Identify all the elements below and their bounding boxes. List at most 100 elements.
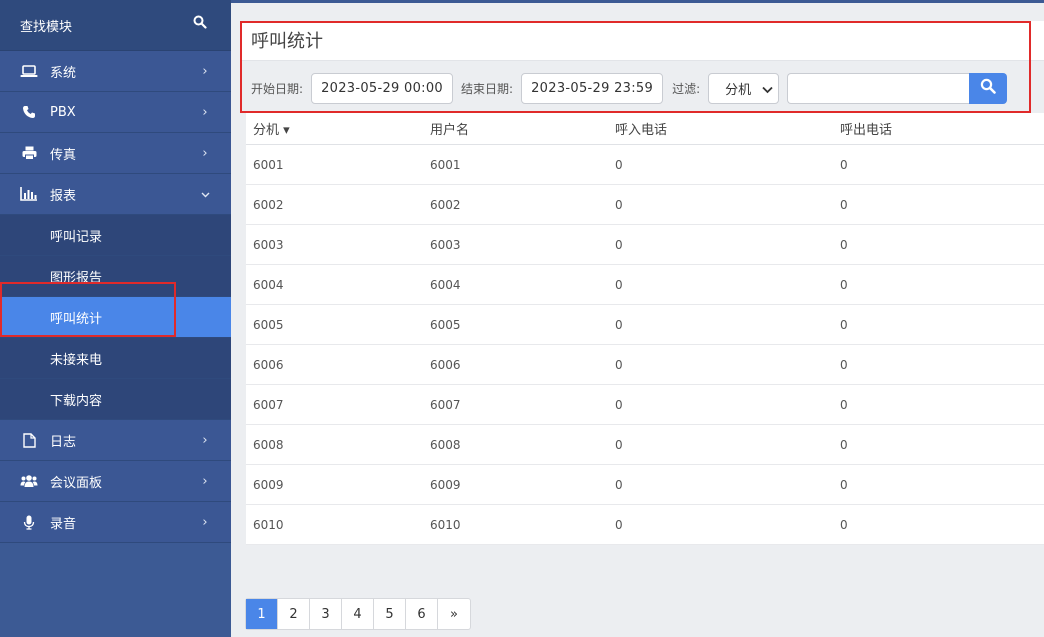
sidebar-item-label: 日志 [50,434,77,450]
cell-incoming: 0 [615,157,623,172]
sidebar-sub-graphic-report[interactable]: 图形报告 [0,256,231,297]
page-button-1[interactable]: 1 [246,599,278,629]
sidebar-item-label: 录音 [50,516,77,532]
sidebar-sub-call-records[interactable]: 呼叫记录 [0,215,231,256]
phone-icon [20,105,38,119]
page-button-6[interactable]: 6 [406,599,438,629]
column-header-username[interactable]: 用户名 [424,119,609,138]
cell-outgoing: 0 [840,237,848,252]
cell-outgoing: 0 [840,517,848,532]
chevron-down-icon [762,83,773,98]
cell-outgoing: 0 [840,157,848,172]
cell-username: 6002 [430,197,461,212]
column-header-outgoing[interactable]: 呼出电话 [834,119,1044,138]
cell-outgoing: 0 [840,317,848,332]
cell-extension: 6005 [253,317,284,332]
table-row: 6010 6010 0 0 [246,505,1044,545]
module-search[interactable]: 查找模块 [0,0,231,51]
cell-outgoing: 0 [840,277,848,292]
page-button-5[interactable]: 5 [374,599,406,629]
start-date-input[interactable]: 2023-05-29 00:00 [311,72,454,104]
sidebar: 查找模块 系统 › PBX › 传真 › 报表 呼叫记录 图形报告 呼叫统计 未… [0,0,231,637]
sidebar-item-pbx[interactable]: PBX › [0,92,231,133]
pagination: 1 2 3 4 5 6 » [245,598,471,630]
cell-username: 6005 [430,317,461,332]
cell-outgoing: 0 [840,397,848,412]
sidebar-sub-call-statistics[interactable]: 呼叫统计 [0,297,231,338]
sidebar-sub-downloads[interactable]: 下载内容 [0,379,231,420]
table-row: 6007 6007 0 0 [246,385,1044,425]
cell-username: 6004 [430,277,461,292]
sidebar-item-label: 系统 [50,65,77,81]
start-date-label: 开始日期: [251,81,304,96]
chevron-right-icon: › [202,104,208,120]
table-row: 6005 6005 0 0 [246,305,1044,345]
cell-username: 6009 [430,477,461,492]
chevron-right-icon: › [202,432,208,448]
module-search-title: 查找模块 [20,19,73,35]
sidebar-item-system[interactable]: 系统 › [0,51,231,92]
sidebar-item-recordings[interactable]: 录音 › [0,502,231,543]
chevron-right-icon: › [202,145,208,161]
sidebar-item-label: 会议面板 [50,475,103,491]
page-title: 呼叫统计 [251,31,323,52]
table-row: 6008 6008 0 0 [246,425,1044,465]
sidebar-item-logs[interactable]: 日志 › [0,420,231,461]
search-icon[interactable] [193,15,207,29]
cell-extension: 6004 [253,277,284,292]
main-content: 呼叫统计 开始日期: 2023-05-29 00:00 结束日期: 2023-0… [231,3,1044,637]
filter-select-value: 分机 [725,82,752,98]
cell-username: 6001 [430,157,461,172]
table-header-row: 分机 ▾ 用户名 呼入电话 呼出电话 [246,113,1044,145]
cell-extension: 6002 [253,197,284,212]
filter-select[interactable]: 分机 [708,72,780,104]
cell-extension: 6001 [253,157,284,172]
chevron-right-icon: › [202,514,208,530]
table-row: 6004 6004 0 0 [246,265,1044,305]
cell-incoming: 0 [615,397,623,412]
page-button-2[interactable]: 2 [278,599,310,629]
cell-username: 6006 [430,357,461,372]
sidebar-item-conference-panel[interactable]: 会议面板 › [0,461,231,502]
chevron-down-icon [199,187,211,202]
sidebar-sub-missed-calls[interactable]: 未接来电 [0,338,231,379]
search-icon [980,78,996,98]
next-page-button[interactable]: » [438,599,470,629]
search-button[interactable] [969,72,1008,104]
column-header-incoming[interactable]: 呼入电话 [609,119,834,138]
sidebar-item-reports[interactable]: 报表 [0,174,231,215]
cell-incoming: 0 [615,197,623,212]
sidebar-item-label: 传真 [50,147,77,163]
search-input[interactable] [787,72,970,104]
chevron-right-icon: › [202,473,208,489]
table-row: 6002 6002 0 0 [246,185,1044,225]
cell-incoming: 0 [615,317,623,332]
table-row: 6009 6009 0 0 [246,465,1044,505]
cell-username: 6003 [430,237,461,252]
call-statistics-table: 分机 ▾ 用户名 呼入电话 呼出电话 6001 6001 0 0 6002 6002 0 0… [246,113,1044,545]
cell-incoming: 0 [615,237,623,252]
cell-outgoing: 0 [840,437,848,452]
cell-username: 6007 [430,397,461,412]
end-date-input[interactable]: 2023-05-29 23:59 [521,72,664,104]
page-button-3[interactable]: 3 [310,599,342,629]
cell-outgoing: 0 [840,197,848,212]
sidebar-item-label: PBX [50,104,76,120]
end-date-label: 结束日期: [461,81,514,96]
cell-incoming: 0 [615,277,623,292]
sidebar-item-label: 报表 [50,188,77,204]
cell-username: 6008 [430,437,461,452]
bar-chart-icon [20,187,38,201]
table-row: 6001 6001 0 0 [246,145,1044,185]
sidebar-item-fax[interactable]: 传真 › [0,133,231,174]
column-header-extension[interactable]: 分机 ▾ [246,119,424,138]
table-row: 6006 6006 0 0 [246,345,1044,385]
file-icon [20,432,38,448]
users-icon [20,474,38,488]
cell-extension: 6006 [253,357,284,372]
microphone-icon [20,515,38,530]
page-button-4[interactable]: 4 [342,599,374,629]
cell-incoming: 0 [615,477,623,492]
cell-incoming: 0 [615,357,623,372]
cell-username: 6010 [430,517,461,532]
